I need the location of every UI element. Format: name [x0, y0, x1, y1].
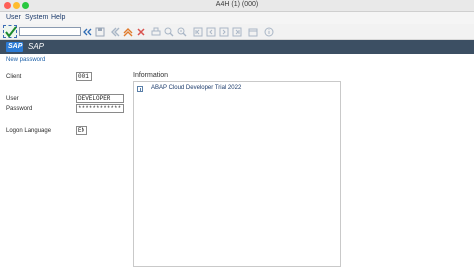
exit-icon[interactable] [123, 27, 133, 37]
save-icon[interactable] [95, 27, 105, 37]
sap-header-bar: SAP SAP [0, 40, 474, 54]
sap-logo: SAP [6, 42, 23, 52]
screen-title: SAP [28, 42, 45, 51]
new-password-button[interactable]: New password [6, 57, 45, 63]
password-label: Password [6, 106, 33, 112]
info-icon [137, 86, 143, 92]
window-title: A4H (1) (000) [215, 1, 259, 8]
information-panel: ABAP Cloud Developer Trial 2022 [133, 81, 341, 267]
print-icon[interactable] [151, 27, 161, 37]
menu-system[interactable]: System [25, 14, 48, 21]
history-dropdown-icon[interactable] [82, 27, 92, 37]
client-label: Client [6, 74, 22, 80]
client-field[interactable] [76, 72, 92, 81]
information-text: ABAP Cloud Developer Trial 2022 [151, 85, 242, 91]
checkmark-icon [5, 26, 17, 38]
menu-bar: User System Help [0, 12, 474, 24]
user-field[interactable] [76, 94, 124, 103]
find-icon[interactable] [164, 27, 174, 37]
logon-language-field[interactable] [76, 126, 87, 135]
new-session-icon[interactable] [248, 27, 258, 37]
toolbar [0, 24, 474, 40]
next-page-icon[interactable] [219, 27, 229, 37]
user-label: User [6, 96, 19, 102]
back-icon[interactable] [110, 27, 120, 37]
command-field[interactable] [19, 27, 81, 36]
first-page-icon[interactable] [193, 27, 203, 37]
sap-logon-window: A4H (1) (000) User System Help SAP SAP N… [0, 0, 474, 280]
password-field[interactable] [76, 104, 124, 113]
find-next-icon[interactable] [177, 27, 187, 37]
last-page-icon[interactable] [232, 27, 242, 37]
title-bar: A4H (1) (000) [0, 0, 474, 12]
information-heading: Information [133, 72, 169, 79]
previous-page-icon[interactable] [206, 27, 216, 37]
menu-help[interactable]: Help [51, 14, 65, 21]
menu-user[interactable]: User [6, 14, 21, 21]
help-icon[interactable] [264, 27, 274, 37]
logon-language-label: Logon Language [6, 128, 52, 134]
cancel-icon[interactable] [136, 27, 146, 37]
enter-button[interactable] [3, 25, 17, 38]
